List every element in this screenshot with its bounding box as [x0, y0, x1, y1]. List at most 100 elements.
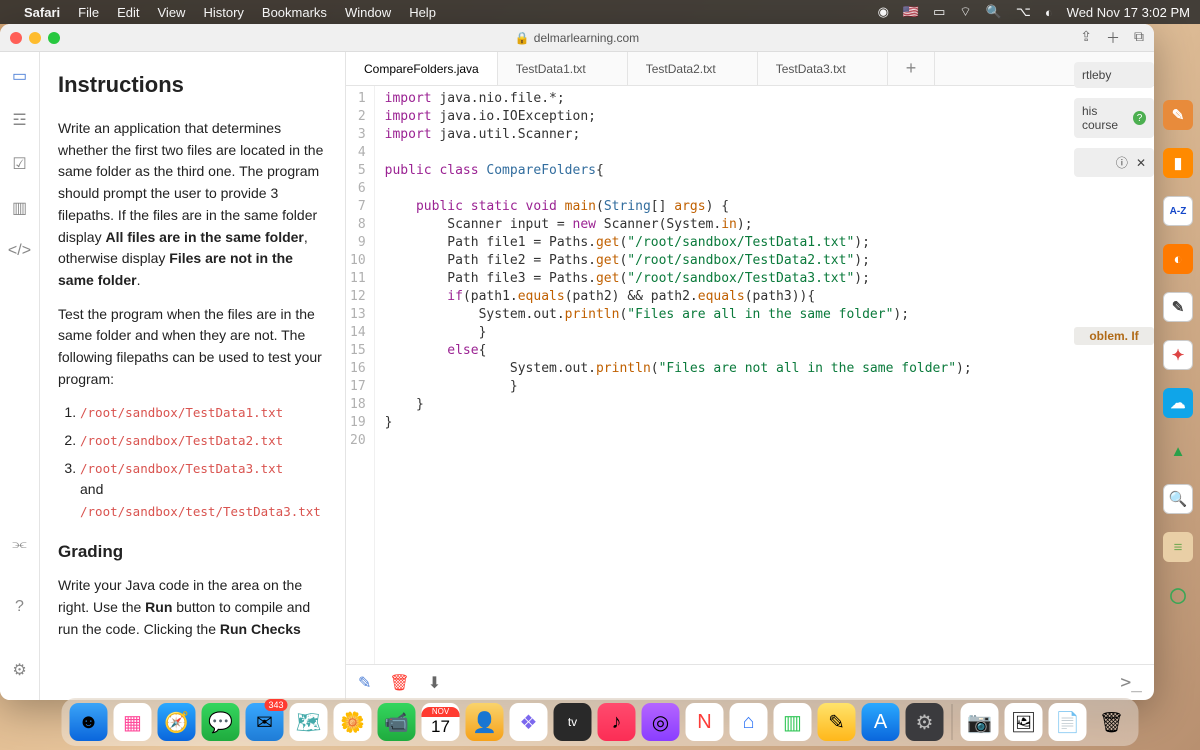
- editor-footer: ✎ 🗑 ⬇ >_: [346, 664, 1154, 700]
- dock-app[interactable]: ▥: [774, 703, 812, 741]
- strip-app-icon[interactable]: ◯: [1163, 580, 1193, 610]
- terminal-icon[interactable]: >_: [1120, 672, 1142, 693]
- new-tab-icon[interactable]: ＋: [1106, 28, 1120, 48]
- dock-app[interactable]: 🌼: [334, 703, 372, 741]
- editor-tabs: CompareFolders.java TestData1.txt TestDa…: [346, 52, 1154, 86]
- grading-paragraph: Write your Java code in the area on the …: [58, 575, 327, 640]
- dock-app[interactable]: 🧭: [158, 703, 196, 741]
- address-bar[interactable]: 🔒 delmarlearning.com: [515, 31, 639, 45]
- background-window-peek: rtleby his course? ⓘ✕ oblem. If: [1074, 62, 1154, 345]
- dock-app[interactable]: 🖼: [1005, 703, 1043, 741]
- dock-app[interactable]: ☻: [70, 703, 108, 741]
- dock-app[interactable]: ⚙: [906, 703, 944, 741]
- tab-testdata1[interactable]: TestData1.txt: [498, 52, 628, 85]
- battery-icon[interactable]: ▭: [933, 4, 945, 20]
- dock-app[interactable]: ▦: [114, 703, 152, 741]
- dock-app[interactable]: ♪: [598, 703, 636, 741]
- fullscreen-window-button[interactable]: [48, 32, 60, 44]
- dock-app[interactable]: ✉343: [246, 703, 284, 741]
- code-content[interactable]: import java.nio.file.*;import java.io.IO…: [375, 86, 1154, 664]
- strip-app-icon[interactable]: ≡: [1163, 532, 1193, 562]
- minimize-window-button[interactable]: [29, 32, 41, 44]
- tab-testdata3[interactable]: TestData3.txt: [758, 52, 888, 85]
- list-item: /root/sandbox/TestData3.txt and /root/sa…: [80, 458, 327, 523]
- dock-app[interactable]: 💬: [202, 703, 240, 741]
- flag-icon[interactable]: 🇺🇸: [903, 4, 919, 20]
- book-icon[interactable]: ▭: [12, 66, 27, 86]
- chart-icon[interactable]: ▥: [12, 198, 27, 218]
- dock-app[interactable]: ◎: [642, 703, 680, 741]
- menu-window[interactable]: Window: [345, 5, 391, 20]
- line-gutter: 1234567891011121314151617181920: [346, 86, 375, 664]
- delete-icon[interactable]: 🗑: [389, 673, 409, 693]
- list-icon[interactable]: ☲: [12, 110, 26, 130]
- dock-app[interactable]: 🗑: [1093, 703, 1131, 741]
- instructions-heading: Instructions: [58, 68, 327, 102]
- dock-app[interactable]: ❖: [510, 703, 548, 741]
- menu-help[interactable]: Help: [409, 5, 436, 20]
- dock-app[interactable]: tv: [554, 703, 592, 741]
- dock-app[interactable]: 📹: [378, 703, 416, 741]
- add-tab-button[interactable]: +: [888, 52, 936, 85]
- dock-app[interactable]: 🗺: [290, 703, 328, 741]
- macos-menubar: Safari File Edit View History Bookmarks …: [0, 0, 1200, 24]
- edit-icon[interactable]: ✎: [358, 673, 371, 693]
- instructions-paragraph-2: Test the program when the files are in t…: [58, 304, 327, 391]
- left-tool-rail: ▭ ☲ ☑ ▥ </> ⫘ ? ⚙: [0, 52, 40, 700]
- menu-file[interactable]: File: [78, 5, 99, 20]
- list-item: /root/sandbox/TestData2.txt: [80, 430, 327, 452]
- tabs-overview-icon[interactable]: ⧉: [1134, 28, 1144, 48]
- traffic-lights: [10, 32, 60, 44]
- strip-app-icon[interactable]: A-Z: [1163, 196, 1193, 226]
- code-area[interactable]: 1234567891011121314151617181920 import j…: [346, 86, 1154, 664]
- dock-app[interactable]: ⌂: [730, 703, 768, 741]
- help-icon[interactable]: ?: [15, 598, 24, 616]
- checklist-icon[interactable]: ☑: [12, 154, 26, 174]
- grading-heading: Grading: [58, 539, 327, 565]
- filepath-list: /root/sandbox/TestData1.txt /root/sandbo…: [80, 402, 327, 522]
- dock-app[interactable]: 👤: [466, 703, 504, 741]
- wifi-icon[interactable]: ⌔: [959, 4, 971, 20]
- dock-app[interactable]: NOV17: [422, 703, 460, 741]
- tab-testdata2[interactable]: TestData2.txt: [628, 52, 758, 85]
- strip-app-icon[interactable]: ▮: [1163, 148, 1193, 178]
- dock: ☻▦🧭💬✉343🗺🌼📹NOV17👤❖tv♪◎N⌂▥✎A⚙ 📷🖼📄🗑: [62, 698, 1139, 746]
- dock-app[interactable]: N: [686, 703, 724, 741]
- menu-history[interactable]: History: [203, 5, 243, 20]
- strip-app-icon[interactable]: 🔍: [1163, 484, 1193, 514]
- share-tool-icon[interactable]: ⫘: [12, 536, 26, 554]
- strip-app-icon[interactable]: ◐: [1163, 244, 1193, 274]
- strip-app-icon[interactable]: ☁: [1163, 388, 1193, 418]
- download-icon[interactable]: ⬇: [428, 673, 441, 693]
- strip-app-icon[interactable]: ✦: [1163, 340, 1193, 370]
- menu-bookmarks[interactable]: Bookmarks: [262, 5, 327, 20]
- siri-icon[interactable]: ◐: [1045, 5, 1053, 20]
- control-center-icon[interactable]: ⌥: [1016, 4, 1031, 20]
- info-icon[interactable]: ⓘ: [1116, 154, 1128, 171]
- search-icon[interactable]: 🔍: [986, 4, 1002, 20]
- close-icon[interactable]: ✕: [1136, 156, 1146, 170]
- code-icon[interactable]: </>: [8, 242, 31, 260]
- menu-view[interactable]: View: [158, 5, 186, 20]
- dock-app[interactable]: ✎: [818, 703, 856, 741]
- lock-icon: 🔒: [515, 31, 530, 45]
- instructions-panel: Instructions Write an application that d…: [40, 52, 345, 700]
- window-titlebar: 🔒 delmarlearning.com ⇪ ＋ ⧉: [0, 24, 1154, 52]
- record-icon[interactable]: ◉: [878, 4, 889, 20]
- dock-app[interactable]: 📷: [961, 703, 999, 741]
- dock-app[interactable]: 📄: [1049, 703, 1087, 741]
- app-name[interactable]: Safari: [24, 5, 60, 20]
- strip-app-icon[interactable]: ✎: [1163, 100, 1193, 130]
- settings-icon[interactable]: ⚙: [12, 660, 26, 680]
- code-editor: CompareFolders.java TestData1.txt TestDa…: [345, 52, 1154, 700]
- datetime[interactable]: Wed Nov 17 3:02 PM: [1067, 5, 1190, 20]
- instructions-paragraph-1: Write an application that determines whe…: [58, 118, 327, 292]
- dock-app[interactable]: A: [862, 703, 900, 741]
- share-icon[interactable]: ⇪: [1080, 28, 1092, 48]
- menu-edit[interactable]: Edit: [117, 5, 139, 20]
- list-item: /root/sandbox/TestData1.txt: [80, 402, 327, 424]
- tab-compare-folders[interactable]: CompareFolders.java: [346, 52, 498, 85]
- close-window-button[interactable]: [10, 32, 22, 44]
- strip-app-icon[interactable]: ▲: [1163, 436, 1193, 466]
- strip-app-icon[interactable]: ✎: [1163, 292, 1193, 322]
